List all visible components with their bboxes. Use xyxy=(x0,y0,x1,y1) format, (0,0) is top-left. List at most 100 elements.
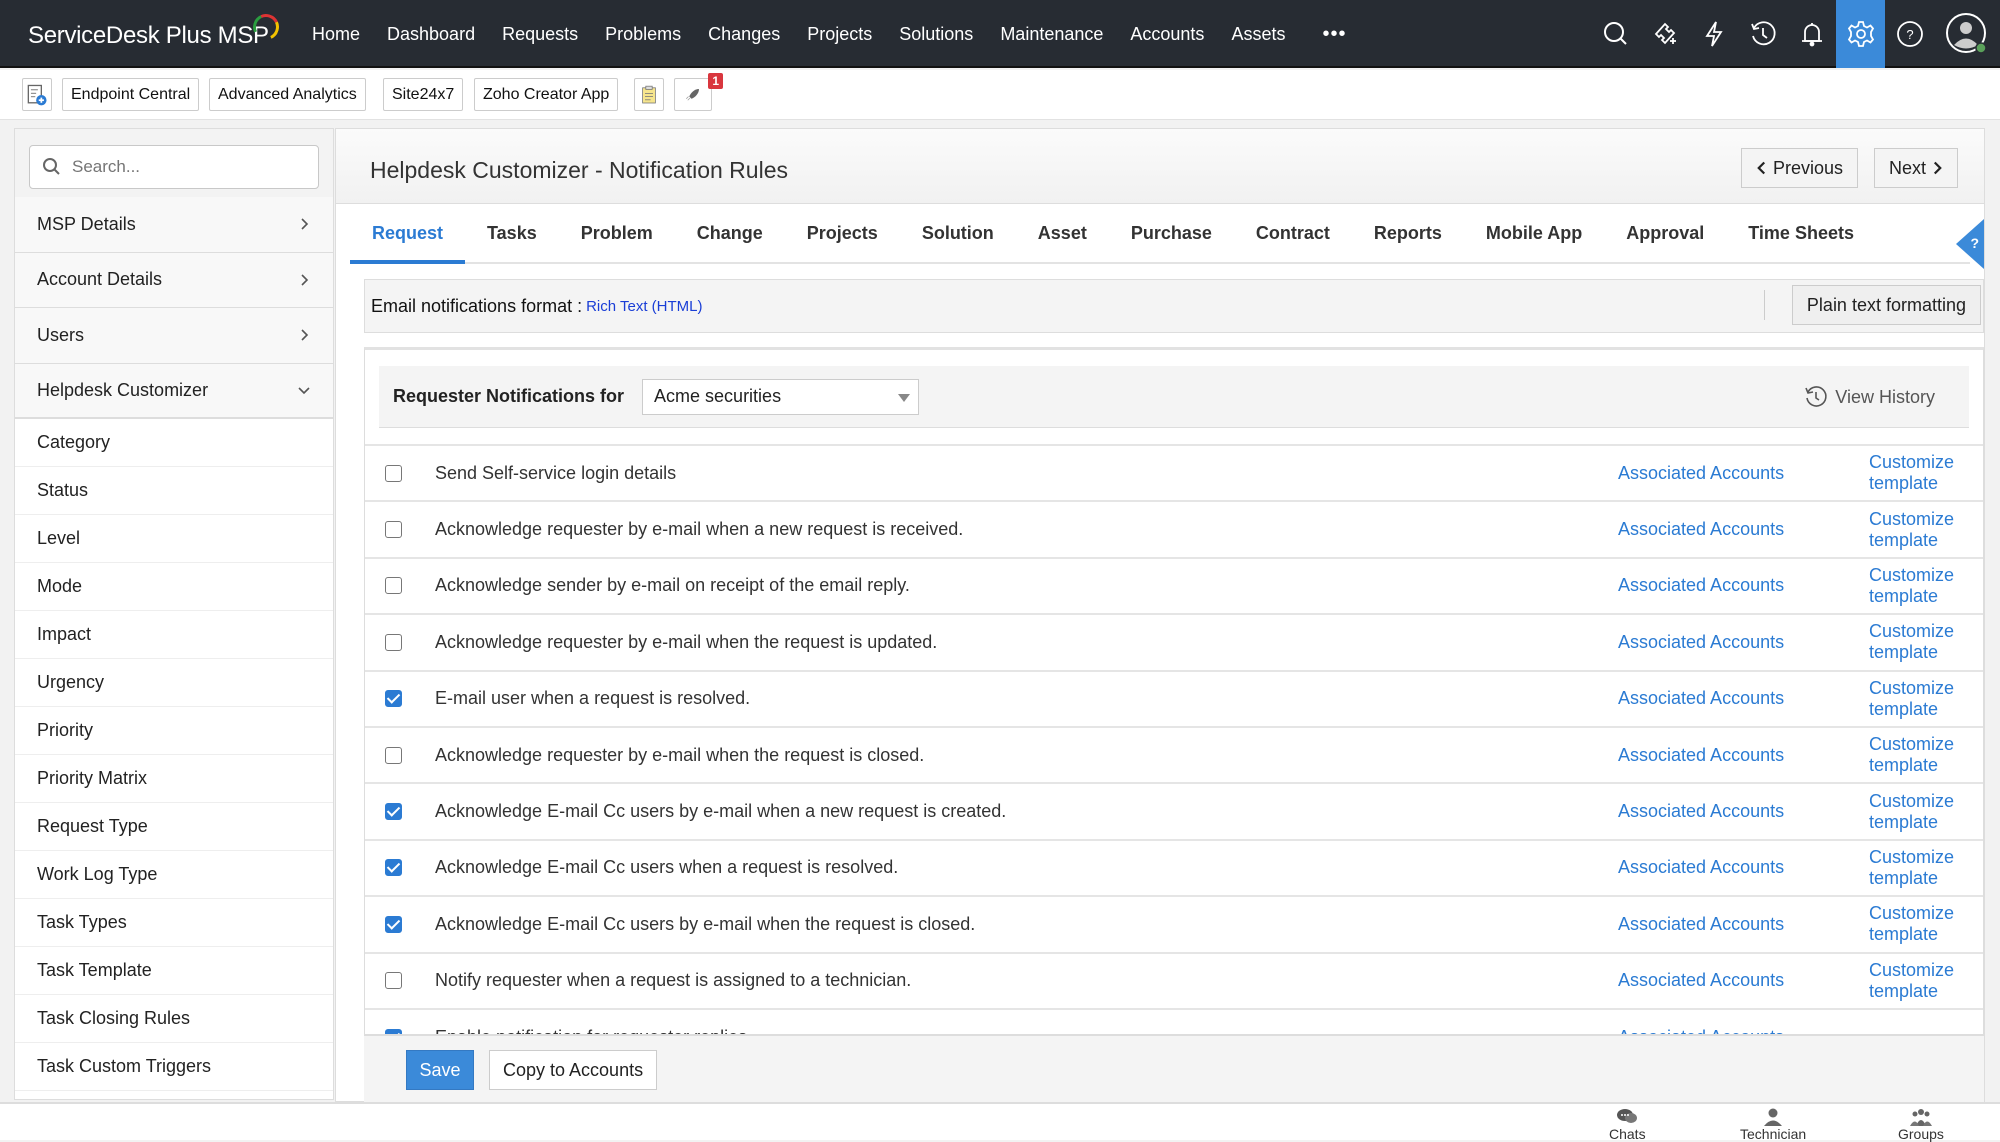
rule-checkbox-checked[interactable] xyxy=(385,915,402,933)
customize-template-link[interactable]: Customize template xyxy=(1869,621,1983,663)
sidebar-item-users[interactable]: Users xyxy=(15,308,333,364)
settings-gear-icon[interactable] xyxy=(1836,0,1885,68)
tab-mobile-app[interactable]: Mobile App xyxy=(1464,223,1604,264)
sidebar-item-helpdesk-customizer[interactable]: Helpdesk Customizer xyxy=(15,363,333,419)
sidebar-subitem-mode[interactable]: Mode xyxy=(15,563,333,611)
nav-requests[interactable]: Requests xyxy=(502,24,578,45)
nav-more-icon[interactable]: ••• xyxy=(1322,23,1346,46)
view-history-link[interactable]: View History xyxy=(1803,384,1935,410)
tab-approval[interactable]: Approval xyxy=(1604,223,1726,264)
sidebar-subitem-task-template[interactable]: Task Template xyxy=(15,947,333,995)
associated-accounts-link[interactable]: Associated Accounts xyxy=(1618,970,1784,991)
customize-template-link[interactable]: Customize template xyxy=(1869,678,1983,720)
rule-checkbox[interactable] xyxy=(385,521,402,539)
sidebar-subitem-impact[interactable]: Impact xyxy=(15,611,333,659)
tab-asset[interactable]: Asset xyxy=(1016,223,1109,264)
nav-solutions[interactable]: Solutions xyxy=(899,24,973,45)
sidebar-subitem-request-type[interactable]: Request Type xyxy=(15,803,333,851)
customize-template-link[interactable]: Customize template xyxy=(1869,960,1983,1002)
history-icon[interactable] xyxy=(1738,0,1787,68)
whats-new-button[interactable]: 1 xyxy=(674,73,723,111)
rule-checkbox-checked[interactable] xyxy=(385,803,402,821)
sidebar-subitem-task-custom-triggers[interactable]: Task Custom Triggers xyxy=(15,1043,333,1091)
groups-button[interactable]: Groups xyxy=(1898,1108,1944,1142)
associated-accounts-link[interactable]: Associated Accounts xyxy=(1618,519,1784,540)
sidebar-subitem-task-types[interactable]: Task Types xyxy=(15,899,333,947)
tab-tasks[interactable]: Tasks xyxy=(465,223,559,264)
customize-template-link[interactable]: Customize template xyxy=(1869,791,1983,833)
rule-checkbox-checked[interactable] xyxy=(385,859,402,877)
tab-reports[interactable]: Reports xyxy=(1352,223,1464,264)
sidebar-item-msp-details[interactable]: MSP Details xyxy=(15,197,333,253)
rule-checkbox-checked[interactable] xyxy=(385,690,402,708)
new-request-template-button[interactable] xyxy=(22,78,52,111)
sidebar-subitem-level[interactable]: Level xyxy=(15,515,333,563)
nav-assets[interactable]: Assets xyxy=(1231,24,1285,45)
tab-change[interactable]: Change xyxy=(675,223,785,264)
previous-button[interactable]: Previous xyxy=(1741,148,1859,188)
sidebar-subitem-category[interactable]: Category xyxy=(15,419,333,467)
technician-button[interactable]: Technician xyxy=(1740,1108,1806,1142)
tab-purchase[interactable]: Purchase xyxy=(1109,223,1234,264)
customize-template-link[interactable]: Customize template xyxy=(1869,565,1983,607)
sidebar-search-box[interactable] xyxy=(29,145,319,189)
customize-template-link[interactable]: Customize template xyxy=(1869,509,1983,551)
sidebar-subitem-priority-matrix[interactable]: Priority Matrix xyxy=(15,755,333,803)
copy-to-accounts-button[interactable]: Copy to Accounts xyxy=(489,1050,658,1090)
nav-changes[interactable]: Changes xyxy=(708,24,780,45)
next-button[interactable]: Next xyxy=(1874,148,1959,188)
customize-template-link[interactable]: Customize template xyxy=(1869,847,1983,889)
associated-accounts-link[interactable]: Associated Accounts xyxy=(1618,801,1784,822)
sidebar-item-account-details[interactable]: Account Details xyxy=(15,252,333,308)
associated-accounts-link[interactable]: Associated Accounts xyxy=(1618,463,1784,484)
rule-checkbox[interactable] xyxy=(385,577,402,595)
sidebar-subitem-priority[interactable]: Priority xyxy=(15,707,333,755)
nav-home[interactable]: Home xyxy=(312,24,360,45)
nav-projects[interactable]: Projects xyxy=(807,24,872,45)
save-button[interactable]: Save xyxy=(406,1050,474,1090)
tab-problem[interactable]: Problem xyxy=(559,223,675,264)
associated-accounts-link[interactable]: Associated Accounts xyxy=(1618,688,1784,709)
tab-projects[interactable]: Projects xyxy=(785,223,900,264)
nav-accounts[interactable]: Accounts xyxy=(1130,24,1204,45)
sidebar-subitem-urgency[interactable]: Urgency xyxy=(15,659,333,707)
rule-checkbox[interactable] xyxy=(385,746,402,764)
tab-request[interactable]: Request xyxy=(350,223,466,264)
customize-template-link[interactable]: Customize template xyxy=(1869,452,1983,494)
rule-checkbox[interactable] xyxy=(385,464,402,482)
tab-time-sheets[interactable]: Time Sheets xyxy=(1726,223,1876,264)
associated-accounts-link[interactable]: Associated Accounts xyxy=(1618,745,1784,766)
tab-solution[interactable]: Solution xyxy=(900,223,1016,264)
notes-button[interactable] xyxy=(634,78,664,111)
app-logo[interactable]: ServiceDesk Plus MSP xyxy=(28,10,283,50)
endpoint-central-button[interactable]: Endpoint Central xyxy=(62,78,200,111)
ticket-add-icon[interactable] xyxy=(1640,0,1689,68)
nav-dashboard[interactable]: Dashboard xyxy=(387,24,475,45)
customize-template-link[interactable]: Customize template xyxy=(1869,903,1983,945)
customize-template-link[interactable]: Customize template xyxy=(1869,734,1983,776)
sidebar-subitem-task-closing-rules[interactable]: Task Closing Rules xyxy=(15,995,333,1043)
nav-maintenance[interactable]: Maintenance xyxy=(1000,24,1103,45)
plain-text-formatting-button[interactable]: Plain text formatting xyxy=(1791,285,1981,325)
quick-action-icon[interactable] xyxy=(1689,0,1738,68)
advanced-analytics-button[interactable]: Advanced Analytics xyxy=(209,78,366,111)
help-icon[interactable]: ? xyxy=(1885,0,1934,68)
rule-checkbox[interactable] xyxy=(385,633,402,651)
tab-contract[interactable]: Contract xyxy=(1234,223,1352,264)
sidebar-search-input[interactable] xyxy=(72,157,312,177)
site24x7-button[interactable]: Site24x7 xyxy=(383,78,464,111)
rule-checkbox[interactable] xyxy=(385,972,402,990)
notification-bell-icon[interactable] xyxy=(1787,0,1836,68)
nav-problems[interactable]: Problems xyxy=(605,24,681,45)
sidebar-subitem-work-log-type[interactable]: Work Log Type xyxy=(15,851,333,899)
chats-button[interactable]: Chats xyxy=(1609,1108,1646,1142)
associated-accounts-link[interactable]: Associated Accounts xyxy=(1618,632,1784,653)
sidebar-subitem-status[interactable]: Status xyxy=(15,467,333,515)
associated-accounts-link[interactable]: Associated Accounts xyxy=(1618,914,1784,935)
associated-accounts-link[interactable]: Associated Accounts xyxy=(1618,575,1784,596)
user-avatar-icon[interactable] xyxy=(1934,0,2000,68)
zoho-creator-app-button[interactable]: Zoho Creator App xyxy=(474,78,619,111)
associated-accounts-link[interactable]: Associated Accounts xyxy=(1618,857,1784,878)
search-icon[interactable] xyxy=(1591,0,1640,68)
account-select[interactable]: Acme securities xyxy=(642,378,920,415)
